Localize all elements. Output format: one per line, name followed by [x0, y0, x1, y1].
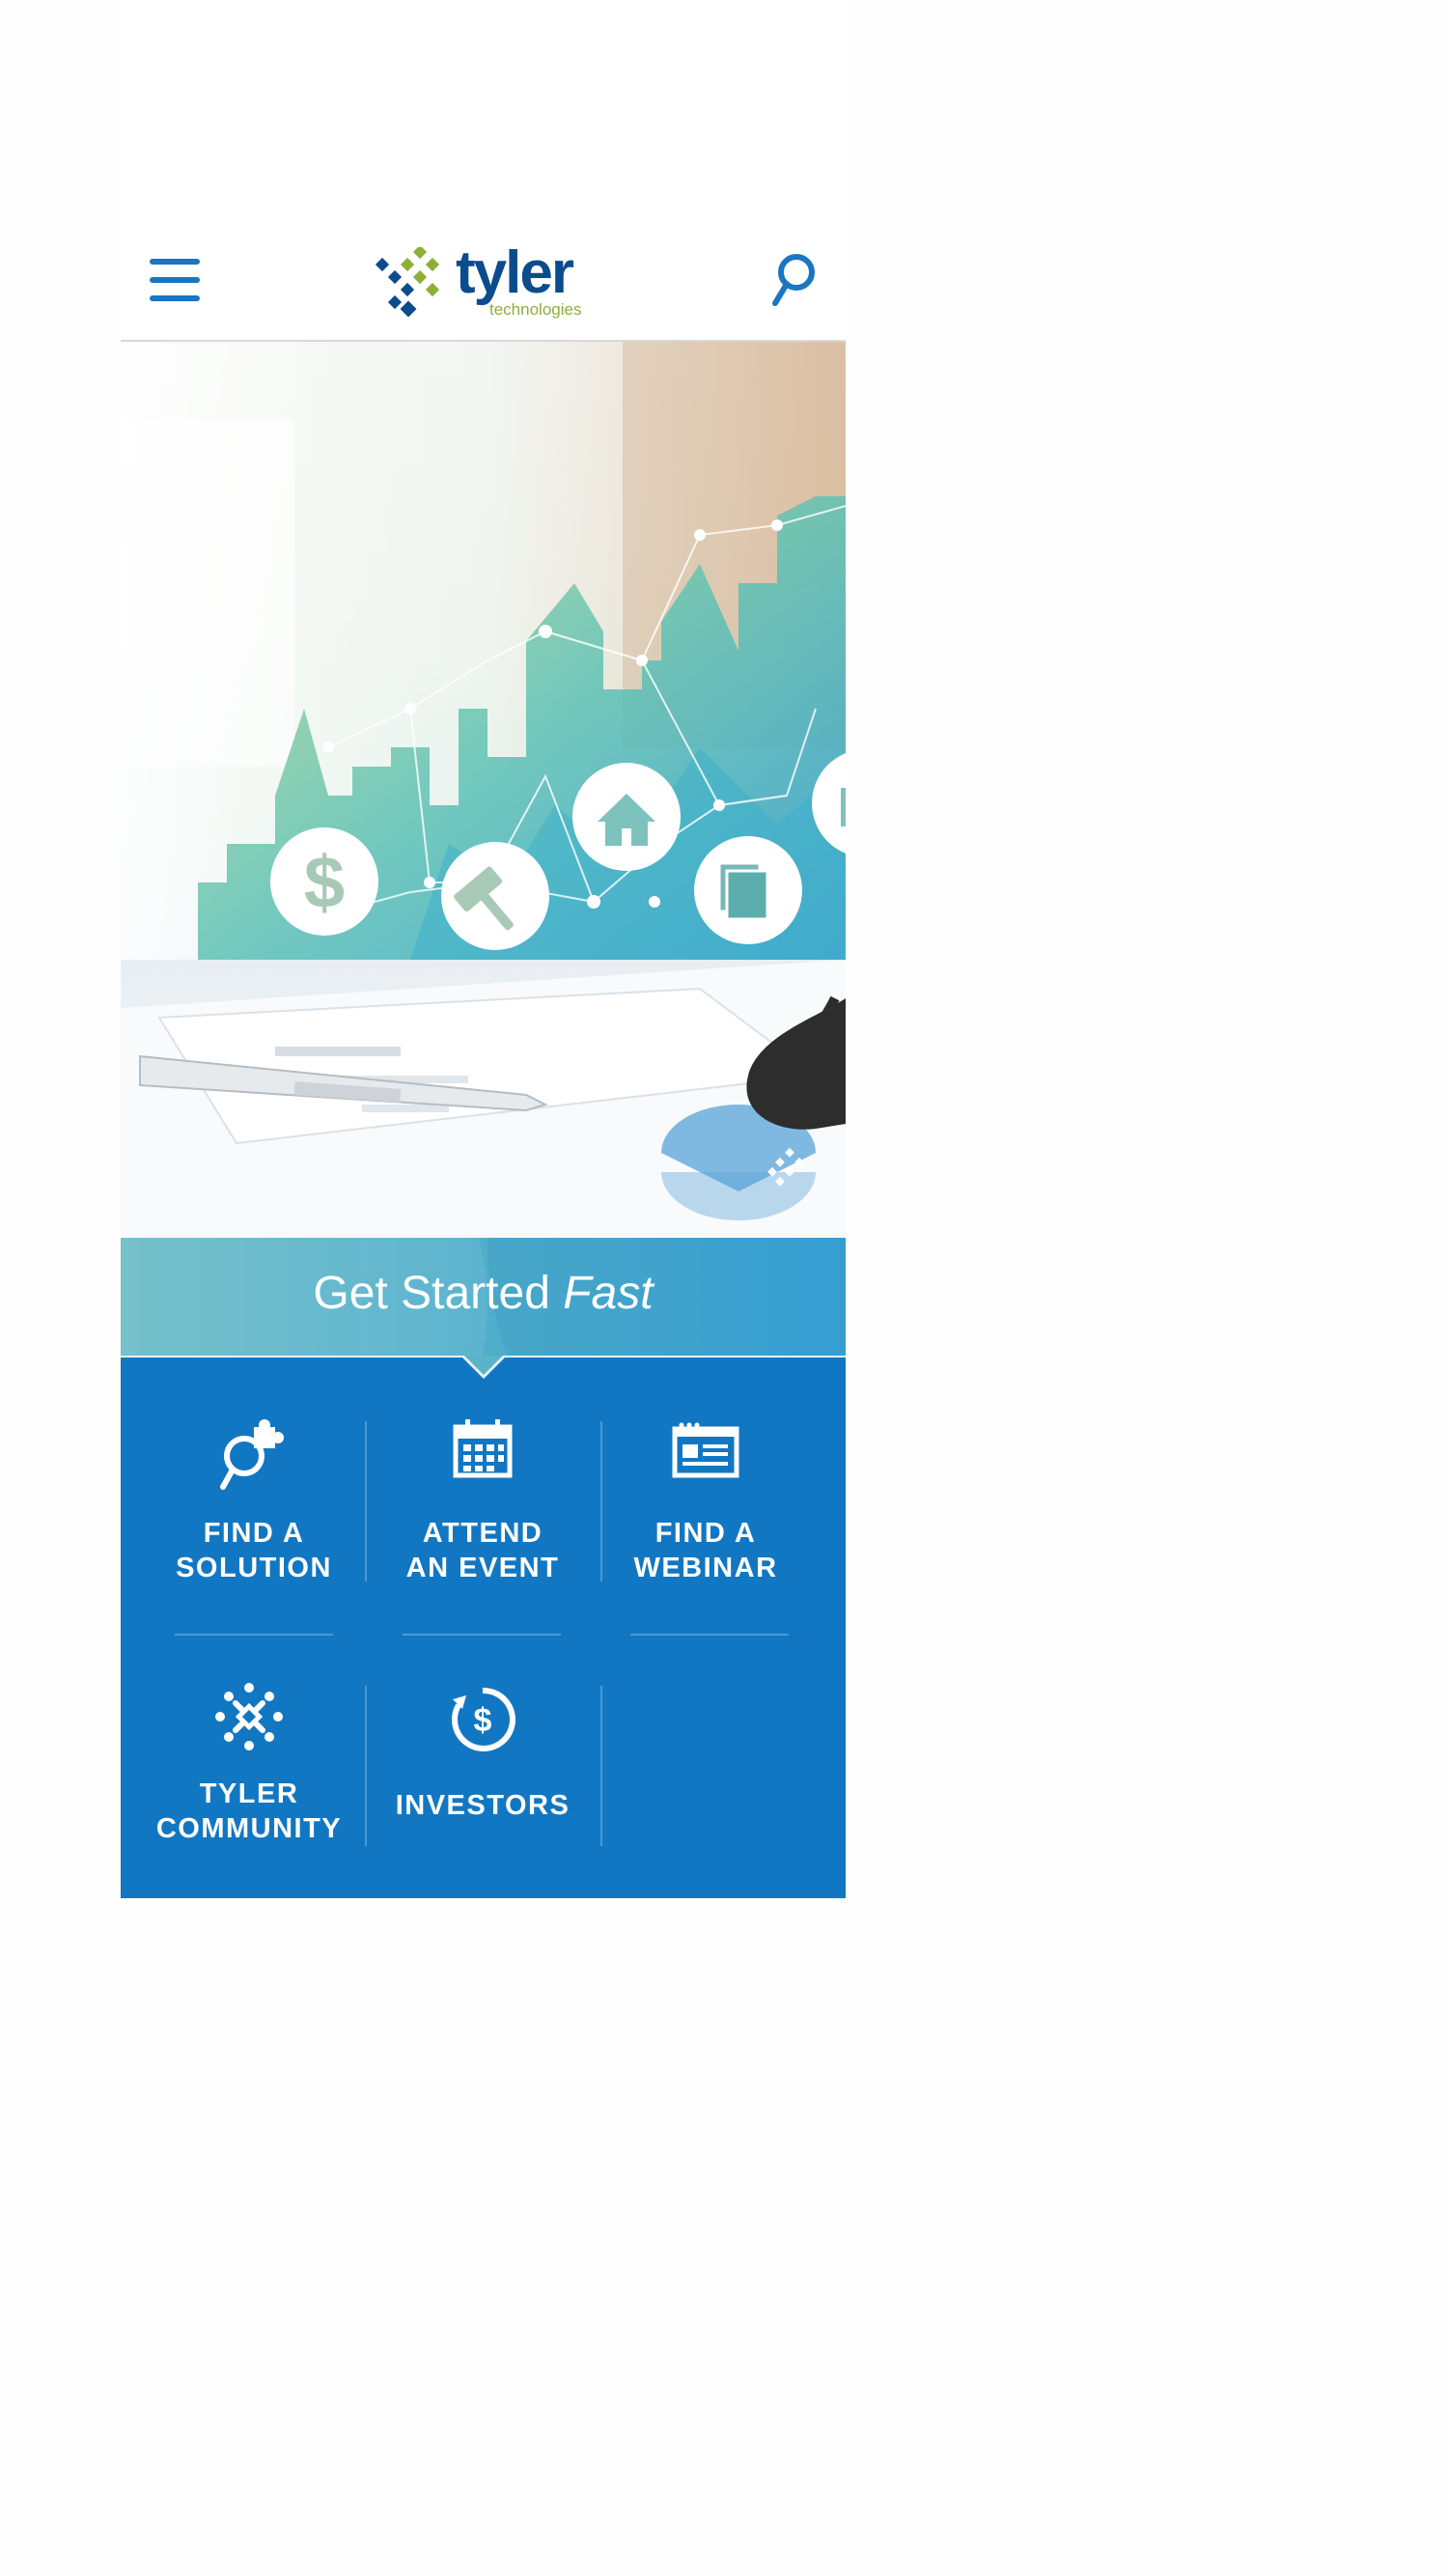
hero-image: $ — [121, 342, 846, 1238]
svg-text:$: $ — [304, 842, 345, 924]
find-a-solution-label-2: SOLUTION — [176, 1553, 332, 1583]
community-icon — [215, 1683, 283, 1750]
investors-label: INVESTORS — [395, 1790, 571, 1821]
tyler-diamond-icon — [769, 1145, 812, 1188]
find-a-solution-label-1: FIND A — [203, 1518, 305, 1549]
divider — [365, 1421, 367, 1582]
quick-links-panel: FIND A SOLUTION ATTEND AN EVENT FIND A W… — [121, 1356, 846, 1898]
divider — [403, 1634, 561, 1636]
calendar-icon — [453, 1419, 513, 1478]
logo-subtitle: technologies — [489, 300, 582, 319]
browser-window-icon — [672, 1422, 739, 1478]
tyler-community-link[interactable]: TYLER COMMUNITY — [143, 1680, 355, 1863]
attend-an-event-label-1: ATTEND — [422, 1518, 543, 1549]
dollar-circle-icon: $ — [452, 1687, 515, 1751]
search-icon[interactable] — [769, 251, 818, 311]
investors-link[interactable]: $ INVESTORS — [376, 1686, 589, 1869]
tyler-diamond-logo-icon — [375, 247, 440, 317]
get-started-title-emphasis: Fast — [563, 1268, 654, 1319]
divider — [600, 1686, 602, 1846]
divider — [365, 1686, 367, 1846]
get-started-banner: Get Started Fast — [121, 1238, 846, 1356]
hamburger-menu-icon[interactable] — [150, 259, 200, 301]
svg-text:$: $ — [474, 1702, 492, 1739]
get-started-title-text: Get Started — [313, 1268, 564, 1319]
tyler-technologies-logo[interactable]: tyler technologies — [374, 239, 596, 319]
find-a-webinar-label-2: WEBINAR — [633, 1553, 778, 1583]
magnifier-puzzle-icon — [220, 1419, 284, 1490]
attend-an-event-link[interactable]: ATTEND AN EVENT — [376, 1415, 589, 1599]
attend-an-event-label-2: AN EVENT — [405, 1553, 560, 1583]
divider — [175, 1634, 333, 1636]
find-a-solution-link[interactable]: FIND A SOLUTION — [148, 1415, 360, 1599]
tyler-community-label-2: COMMUNITY — [155, 1813, 343, 1844]
mobile-page: tyler technologies $ Get Started Fast FI… — [121, 0, 846, 1898]
pointer-arrow — [462, 1356, 505, 1379]
site-header: tyler technologies — [121, 222, 846, 342]
find-a-webinar-link[interactable]: FIND A WEBINAR — [599, 1415, 812, 1599]
logo-wordmark: tyler — [456, 239, 574, 306]
divider — [630, 1634, 789, 1636]
tyler-community-label-1: TYLER — [199, 1778, 299, 1809]
get-started-title: Get Started Fast — [121, 1267, 846, 1321]
find-a-webinar-label-1: FIND A — [654, 1518, 757, 1549]
